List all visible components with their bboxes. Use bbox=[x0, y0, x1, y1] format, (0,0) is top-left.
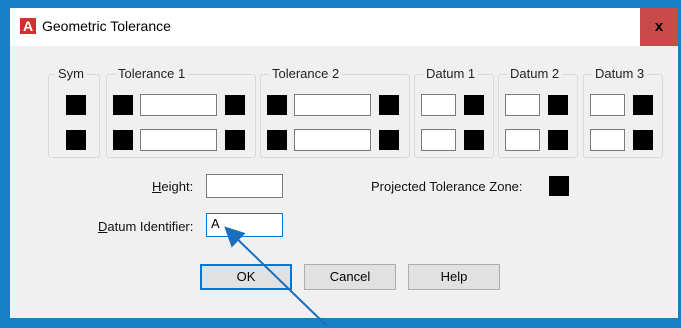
tol1-value-input-1[interactable] bbox=[140, 94, 217, 116]
sym-group: Sym bbox=[48, 66, 100, 158]
symbol-swatch-2[interactable] bbox=[66, 130, 86, 150]
tolerance1-label: Tolerance 1 bbox=[115, 66, 189, 81]
datum3-input-1[interactable] bbox=[590, 94, 625, 116]
projected-tolerance-zone-label: Projected Tolerance Zone: bbox=[371, 179, 523, 194]
height-label: Height: bbox=[152, 179, 194, 194]
tol2-diameter-swatch-1[interactable] bbox=[267, 95, 287, 115]
dialog-title: Geometric Tolerance bbox=[42, 18, 171, 34]
autocad-a-icon: A bbox=[20, 18, 36, 34]
datum2-material-swatch-2[interactable] bbox=[548, 130, 568, 150]
height-input[interactable] bbox=[206, 174, 283, 198]
datum-identifier-label: Datum Identifier: bbox=[98, 219, 194, 234]
geometric-tolerance-dialog: A Geometric Tolerance x Sym Tolerance 1 … bbox=[10, 8, 678, 318]
datum3-material-swatch-2[interactable] bbox=[633, 130, 653, 150]
datum2-group: Datum 2 bbox=[498, 66, 578, 158]
tol1-material-swatch-1[interactable] bbox=[225, 95, 245, 115]
datum2-input-1[interactable] bbox=[505, 94, 540, 116]
tolerance2-label: Tolerance 2 bbox=[269, 66, 343, 81]
datum1-label: Datum 1 bbox=[423, 66, 479, 81]
symbol-swatch-1[interactable] bbox=[66, 95, 86, 115]
datum2-material-swatch-1[interactable] bbox=[548, 95, 568, 115]
datum3-material-swatch-1[interactable] bbox=[633, 95, 653, 115]
cancel-button[interactable]: Cancel bbox=[304, 264, 396, 290]
tol2-material-swatch-2[interactable] bbox=[379, 130, 399, 150]
tol2-diameter-swatch-2[interactable] bbox=[267, 130, 287, 150]
datum2-input-2[interactable] bbox=[505, 129, 540, 151]
datum2-label: Datum 2 bbox=[507, 66, 563, 81]
tol1-material-swatch-2[interactable] bbox=[225, 130, 245, 150]
tolerance2-group: Tolerance 2 bbox=[260, 66, 410, 158]
projected-tolerance-zone-swatch[interactable] bbox=[549, 176, 569, 196]
close-button[interactable]: x bbox=[640, 8, 678, 46]
datum3-group: Datum 3 bbox=[583, 66, 663, 158]
tol1-value-input-2[interactable] bbox=[140, 129, 217, 151]
sym-label: Sym bbox=[55, 66, 87, 81]
datum3-input-2[interactable] bbox=[590, 129, 625, 151]
datum1-material-swatch-1[interactable] bbox=[464, 95, 484, 115]
tol2-value-input-2[interactable] bbox=[294, 129, 371, 151]
tol1-diameter-swatch-1[interactable] bbox=[113, 95, 133, 115]
help-button[interactable]: Help bbox=[408, 264, 500, 290]
tol2-material-swatch-1[interactable] bbox=[379, 95, 399, 115]
datum1-group: Datum 1 bbox=[414, 66, 494, 158]
datum3-label: Datum 3 bbox=[592, 66, 648, 81]
tol1-diameter-swatch-2[interactable] bbox=[113, 130, 133, 150]
title-bar: A Geometric Tolerance x bbox=[10, 8, 678, 46]
datum1-input-2[interactable] bbox=[421, 129, 456, 151]
datum-identifier-input[interactable]: A bbox=[206, 213, 283, 237]
datum1-material-swatch-2[interactable] bbox=[464, 130, 484, 150]
tolerance1-group: Tolerance 1 bbox=[106, 66, 256, 158]
ok-button[interactable]: OK bbox=[200, 264, 292, 290]
tol2-value-input-1[interactable] bbox=[294, 94, 371, 116]
datum1-input-1[interactable] bbox=[421, 94, 456, 116]
